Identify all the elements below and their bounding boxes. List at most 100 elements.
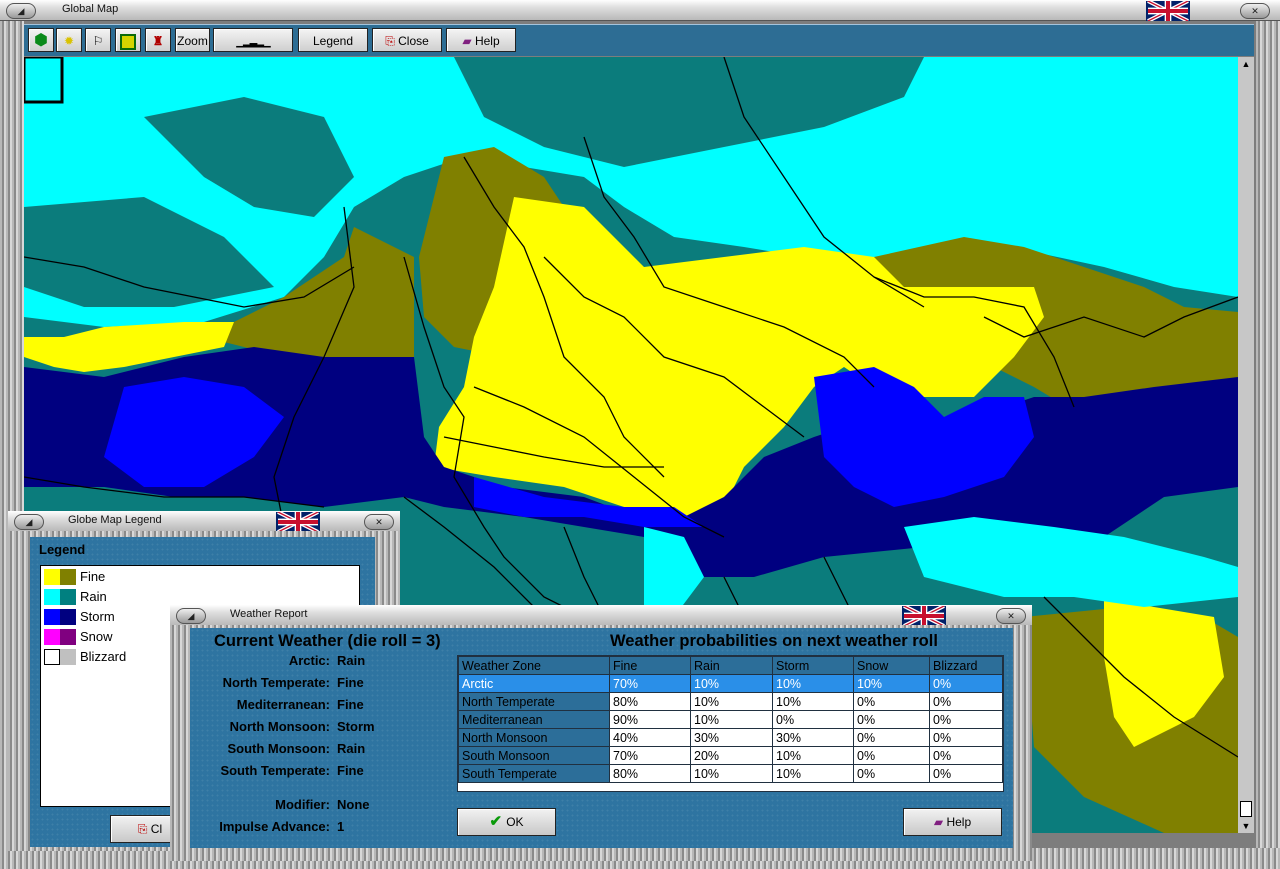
table-cell-zone: Arctic (458, 674, 610, 693)
snow-dark-swatch (60, 629, 76, 645)
table-row[interactable]: South Temperate 80% 10% 10% 0% 0% (458, 764, 1003, 783)
window-close-button[interactable]: ✕ (1240, 3, 1270, 19)
table-cell: 10% (772, 746, 854, 765)
scroll-up-arrow[interactable]: ▲ (1238, 57, 1254, 71)
close-button[interactable]: ⎘ Close (372, 28, 442, 52)
storm-dark-swatch (60, 609, 76, 625)
col-header-blizzard[interactable]: Blizzard (929, 656, 1003, 675)
current-zone-south-temperate: South Temperate: (220, 763, 330, 778)
current-zone-north-temperate: North Temperate: (222, 675, 330, 690)
table-cell: 0% (929, 710, 1003, 729)
weather-help-button-label: Help (946, 815, 972, 829)
col-header-zone[interactable]: Weather Zone (458, 656, 610, 675)
rain-light-swatch (44, 589, 60, 605)
table-cell: 0% (853, 764, 930, 783)
close-button-label: Close (398, 34, 429, 48)
table-cell: 40% (609, 728, 691, 747)
table-cell-zone: South Temperate (458, 764, 610, 783)
help-book-icon: ▰ (462, 34, 475, 48)
help-button-label: Help (474, 34, 500, 48)
legend-window-title: Globe Map Legend (68, 514, 162, 526)
modifier-value: None (337, 797, 370, 812)
weather-uk-flag-icon (902, 606, 946, 626)
col-header-fine[interactable]: Fine (609, 656, 691, 675)
legend-button[interactable]: Legend (298, 28, 368, 52)
table-cell: 10% (690, 710, 773, 729)
zoom-button[interactable]: Zoom (175, 28, 210, 52)
naval-view-button[interactable]: ▁▂▃▂▁ (213, 28, 293, 52)
ship-icon: ▁▂▃▂▁ (236, 37, 270, 48)
map-vertical-scrollbar[interactable]: ▲ ▼ (1238, 57, 1254, 833)
col-header-storm[interactable]: Storm (772, 656, 854, 675)
table-cell-zone: North Monsoon (458, 728, 610, 747)
uk-flag-icon (1146, 1, 1190, 21)
unit-view-button[interactable]: ♜ (145, 28, 171, 52)
table-cell-zone: North Temperate (458, 692, 610, 711)
table-row[interactable]: North Temperate 80% 10% 10% 0% 0% (458, 692, 1003, 711)
blizzard-dark-swatch (60, 649, 76, 665)
table-cell: 70% (609, 674, 691, 693)
table-cell: 0% (929, 728, 1003, 747)
flag-view-button[interactable]: ⚐ (85, 28, 111, 52)
scroll-down-arrow[interactable]: ▼ (1238, 819, 1254, 833)
legend-heading: Legend (39, 542, 86, 557)
weather-view-button[interactable]: ✹ (56, 28, 82, 52)
legend-label-blizzard: Blizzard (80, 649, 127, 664)
table-row[interactable]: Arctic 70% 10% 10% 10% 0% (458, 674, 1003, 693)
current-weather-heading: Current Weather (die roll = 3) (214, 632, 441, 650)
weather-titlebar[interactable]: ◢ Weather Report ✕ (170, 605, 1032, 626)
table-row[interactable]: South Monsoon 70% 20% 10% 0% 0% (458, 746, 1003, 765)
table-cell: 10% (690, 764, 773, 783)
legend-label-snow: Snow (80, 629, 113, 644)
weather-help-button[interactable]: ▰ Help (903, 808, 1002, 836)
window-menu-button[interactable]: ◢ (6, 3, 36, 19)
table-cell: 70% (609, 746, 691, 765)
legend-label-storm: Storm (80, 609, 115, 624)
current-zone-arctic: Arctic: (288, 653, 330, 668)
close-door-icon: ⎘ (385, 34, 399, 48)
scroll-thumb[interactable] (1240, 801, 1252, 817)
table-cell: 90% (609, 710, 691, 729)
weather-window-body: Current Weather (die roll = 3) Weather p… (190, 628, 1013, 848)
probabilities-heading: Weather probabilities on next weather ro… (610, 632, 938, 650)
hex-view-button[interactable]: ⬢ (28, 28, 54, 52)
soldier-icon: ♜ (152, 34, 164, 48)
weather-window-menu-button[interactable]: ◢ (176, 608, 206, 624)
table-cell: 10% (690, 674, 773, 693)
legend-window-menu-button[interactable]: ◢ (14, 514, 44, 530)
weather-help-book-icon: ▰ (933, 815, 947, 829)
current-weather-mediterranean: Fine (337, 697, 364, 712)
table-row[interactable]: Mediterranean 90% 10% 0% 0% 0% (458, 710, 1003, 729)
legend-label-rain: Rain (80, 589, 107, 604)
table-cell: 20% (690, 746, 773, 765)
impulse-label: Impulse Advance: (219, 819, 330, 834)
storm-light-swatch (44, 609, 60, 625)
current-zone-mediterranean: Mediterranean: (236, 697, 330, 712)
checkmark-icon: ✔ (489, 813, 507, 830)
table-cell-zone: Mediterranean (458, 710, 610, 729)
legend-titlebar[interactable]: ◢ Globe Map Legend ✕ (8, 511, 400, 532)
help-button[interactable]: ▰ Help (446, 28, 516, 52)
main-titlebar[interactable]: ◢ Global Map ✕ (0, 0, 1280, 21)
col-header-snow[interactable]: Snow (853, 656, 930, 675)
sun-icon: ✹ (63, 34, 75, 48)
ok-button[interactable]: ✔ OK (457, 808, 556, 836)
current-weather-south-monsoon: Rain (337, 741, 366, 756)
table-cell: 0% (929, 764, 1003, 783)
col-header-rain[interactable]: Rain (690, 656, 773, 675)
current-weather-arctic: Rain (337, 653, 366, 668)
map-view-button[interactable] (115, 28, 141, 52)
rain-light-south (904, 517, 1238, 607)
legend-label-fine: Fine (80, 569, 106, 584)
table-cell: 30% (772, 728, 854, 747)
weather-window-title: Weather Report (230, 608, 308, 620)
legend-close-icon[interactable]: ✕ (364, 514, 394, 530)
table-row[interactable]: North Monsoon 40% 30% 30% 0% 0% (458, 728, 1003, 747)
window-frame-right (1256, 20, 1280, 869)
probability-table: Weather Zone Fine Rain Storm Snow Blizza… (458, 656, 1003, 783)
weather-close-icon[interactable]: ✕ (996, 608, 1026, 624)
snow-light-swatch (44, 629, 60, 645)
current-weather-south-temperate: Fine (337, 763, 364, 778)
current-weather-north-monsoon: Storm (337, 719, 375, 734)
modifier-label: Modifier: (275, 797, 330, 812)
